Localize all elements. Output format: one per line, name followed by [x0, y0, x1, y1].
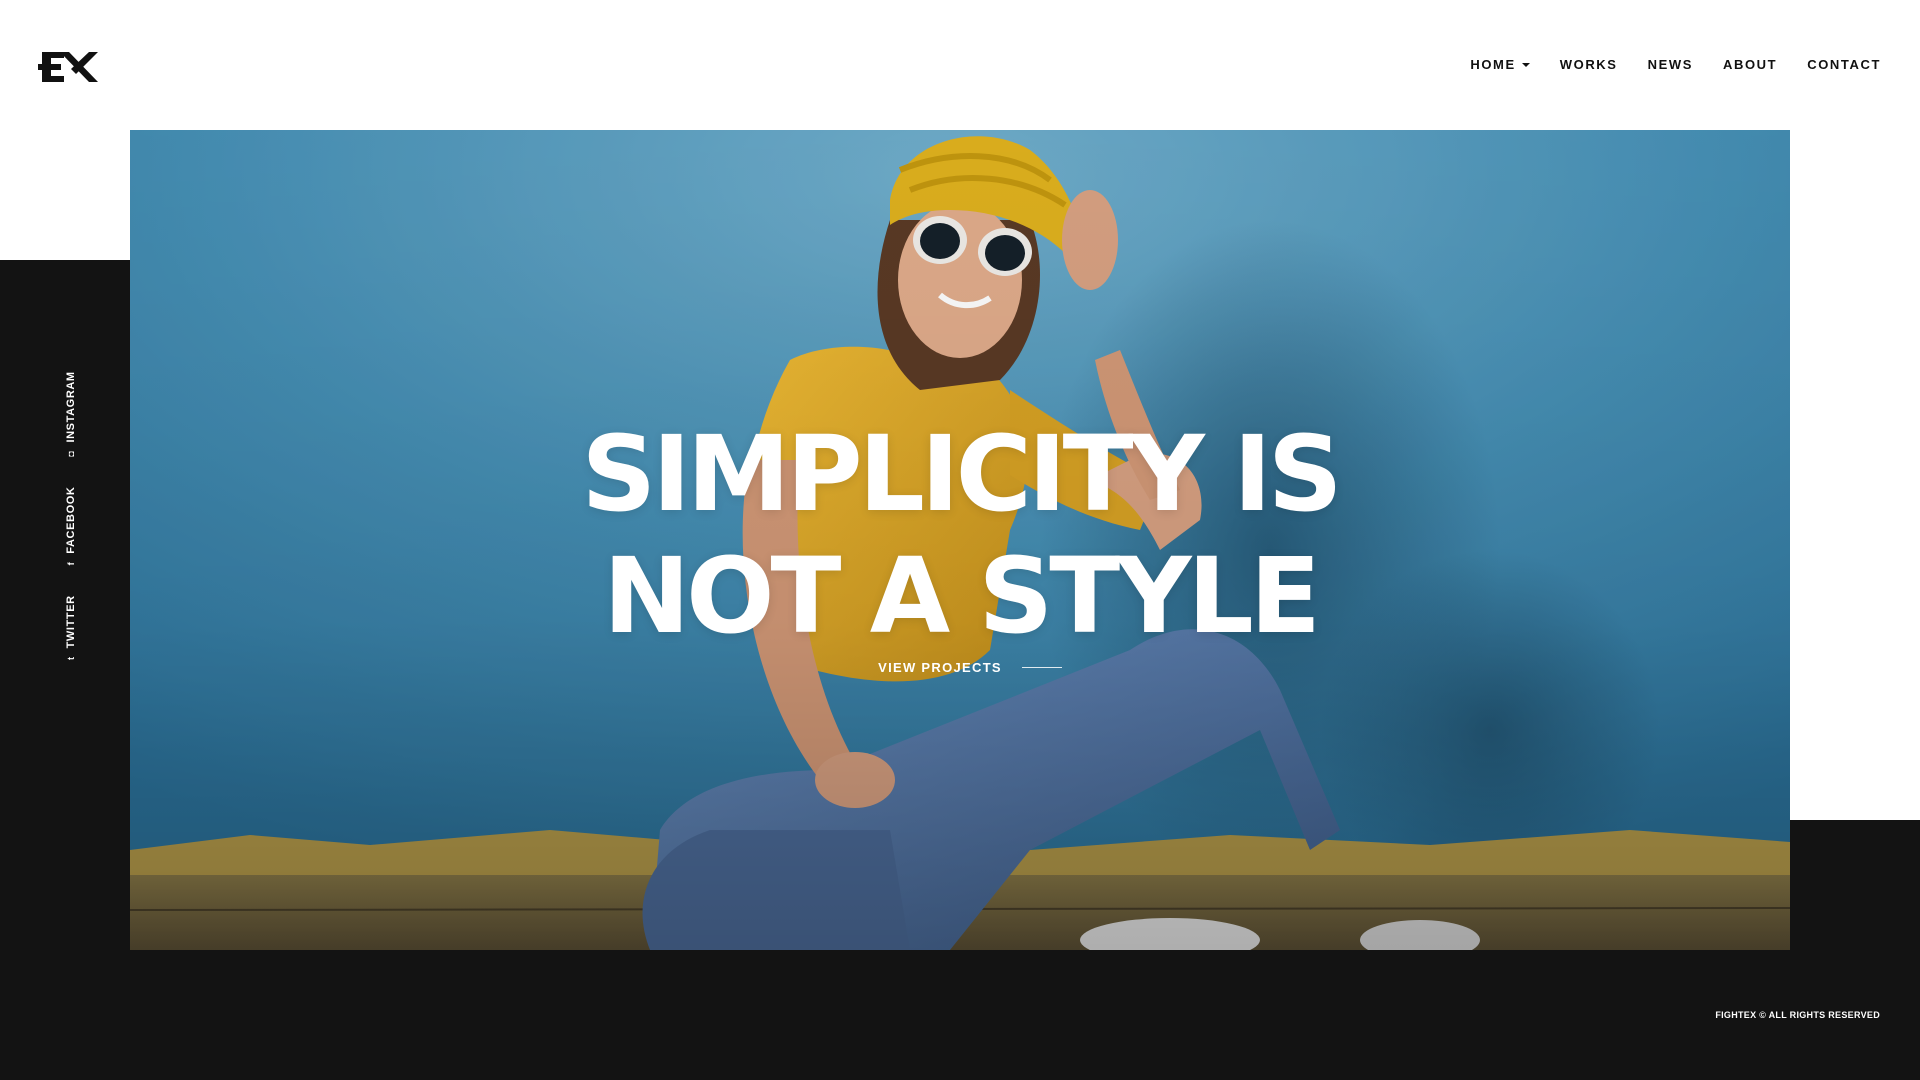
caret-down-icon: [1521, 62, 1530, 67]
nav-news[interactable]: NEWS: [1648, 57, 1693, 72]
social-twitter[interactable]: t TWITTER: [65, 595, 77, 660]
nav-contact-label: CONTACT: [1807, 57, 1881, 72]
nav-home-label: HOME: [1470, 57, 1516, 72]
nav-about-label: ABOUT: [1722, 57, 1778, 72]
hero-banner: SIMPLICITY IS NOT A STYLE VIEW PROJECTS: [130, 130, 1790, 950]
social-twitter-label: TWITTER: [65, 595, 77, 649]
social-instagram[interactable]: ◘ INSTAGRAM: [65, 371, 77, 456]
main-nav: HOME WORKS NEWS ABOUT CONTACT: [1440, 57, 1881, 72]
view-projects-link[interactable]: VIEW PROJECTS: [878, 660, 1062, 675]
cta-row: VIEW PROJECTS: [130, 660, 1790, 675]
nav-works-label: WORKS: [1559, 57, 1618, 72]
facebook-icon: f: [65, 561, 76, 566]
nav-home[interactable]: HOME: [1470, 57, 1530, 72]
instagram-icon: ◘: [65, 450, 76, 457]
social-instagram-label: INSTAGRAM: [65, 371, 77, 443]
nav-works[interactable]: WORKS: [1560, 57, 1618, 72]
nav-contact[interactable]: CONTACT: [1807, 57, 1881, 72]
headline-line-2: NOT A STYLE: [603, 535, 1321, 657]
social-facebook-label: FACEBOOK: [65, 486, 77, 554]
hero-headline: SIMPLICITY IS NOT A STYLE: [130, 413, 1790, 657]
social-facebook[interactable]: f FACEBOOK: [65, 487, 77, 566]
nav-about[interactable]: ABOUT: [1723, 57, 1777, 72]
headline-line-1: SIMPLICITY IS: [581, 413, 1342, 535]
footer-bar: [0, 949, 1920, 1080]
twitter-icon: t: [65, 656, 76, 660]
nav-news-label: NEWS: [1647, 57, 1693, 72]
view-projects-label: VIEW PROJECTS: [878, 660, 1002, 675]
social-links: t TWITTER f FACEBOOK ◘ INSTAGRAM: [65, 341, 77, 660]
cta-line-decoration: [1021, 667, 1062, 668]
copyright-text: FIGHTEX © ALL RIGHTS RESERVED: [1715, 1010, 1880, 1020]
site-logo[interactable]: [38, 48, 100, 86]
